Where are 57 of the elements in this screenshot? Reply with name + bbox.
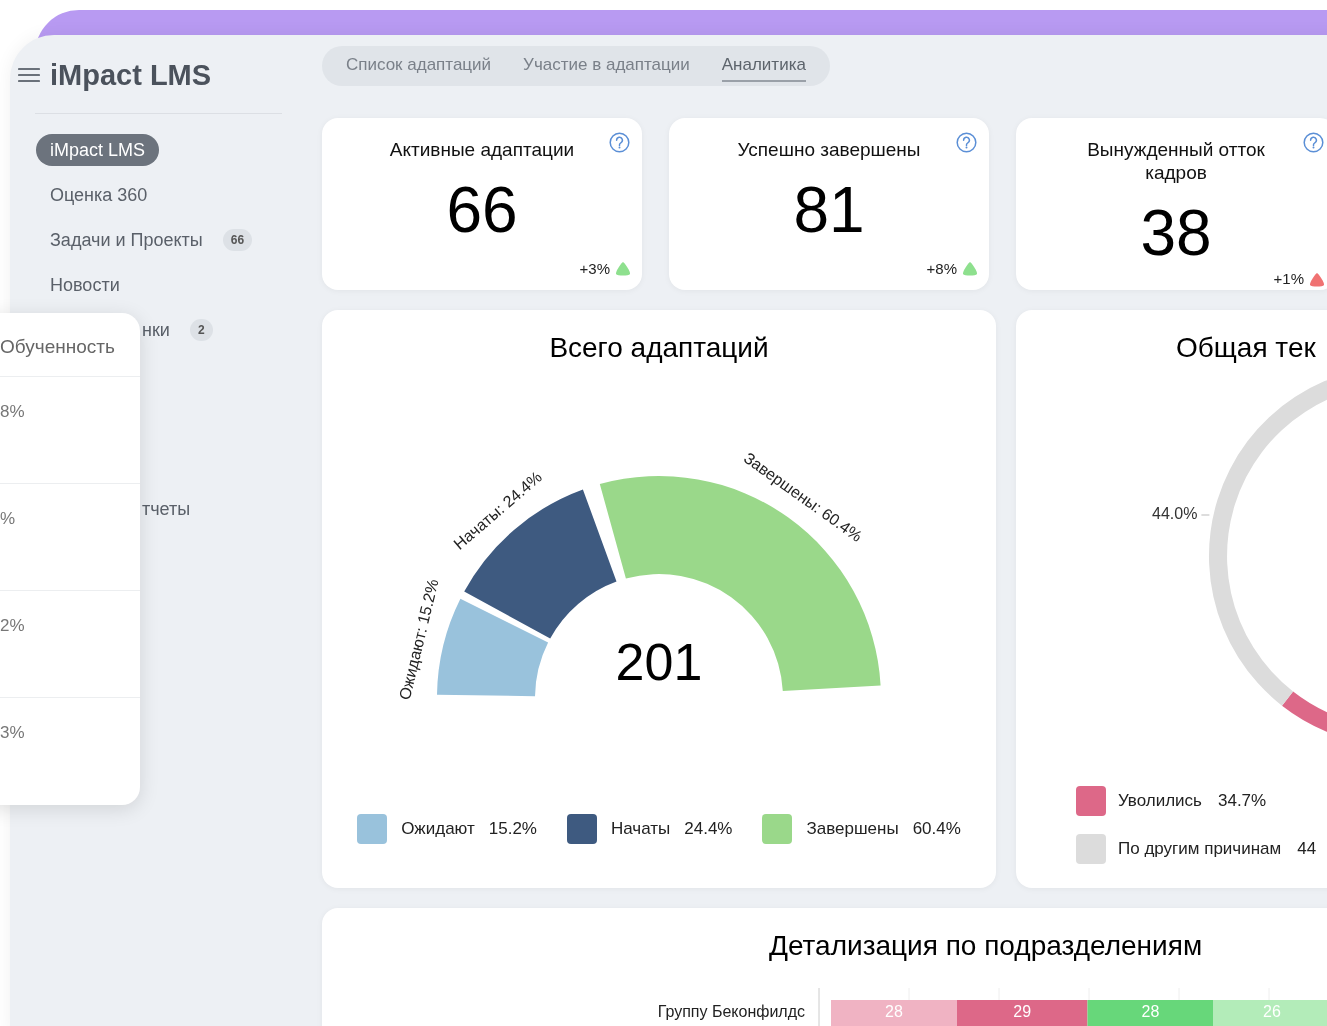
data-label: 26 bbox=[1263, 1003, 1281, 1021]
kpi-title: Активные адаптации bbox=[388, 138, 576, 161]
tab[interactable]: Аналитика bbox=[721, 50, 806, 82]
sidebar-item[interactable]: iMpact LMS bbox=[36, 134, 160, 166]
kpi-value: 66 bbox=[446, 175, 518, 245]
data-label: 28 bbox=[1141, 1003, 1160, 1021]
legend-label: Завершены bbox=[806, 818, 899, 841]
axis-label: Группу Беконфилдс bbox=[657, 1003, 805, 1021]
kpi-change: +1% bbox=[1273, 269, 1304, 289]
total-value: 201 bbox=[615, 632, 703, 691]
card-title: Обученность bbox=[0, 313, 140, 377]
kpi-title: Вынужденный отток кадров bbox=[1086, 138, 1266, 184]
data-label: 44.0% bbox=[1152, 505, 1198, 523]
kpi-change: +8% bbox=[926, 258, 957, 279]
kpi-title: Успешно завершены bbox=[736, 138, 922, 161]
percent-value: 3% bbox=[0, 722, 26, 744]
data-label: Ожидают: 15.2% bbox=[395, 577, 442, 702]
count-badge: 2 bbox=[189, 319, 213, 341]
chart-title: Общая тек bbox=[1175, 331, 1317, 365]
legend-label: Уволились bbox=[1118, 790, 1202, 813]
sidebar-item[interactable]: Новости bbox=[36, 269, 134, 301]
help-icon[interactable] bbox=[609, 132, 630, 153]
percent-value: % bbox=[0, 484, 140, 591]
legend-label: Ожидают bbox=[401, 818, 475, 841]
legend-swatch bbox=[1076, 834, 1106, 864]
help-icon[interactable] bbox=[1303, 132, 1324, 153]
legend-swatch bbox=[1076, 786, 1106, 816]
kpi-value: 81 bbox=[793, 175, 865, 245]
menu-icon[interactable] bbox=[18, 67, 40, 83]
kpi-change: +3% bbox=[579, 258, 610, 279]
chart-title: Детализация по подразделениям bbox=[768, 929, 1204, 963]
leader-line bbox=[1200, 514, 1210, 516]
legend-value: 15.2% bbox=[488, 818, 537, 841]
count-badge: 66 bbox=[222, 229, 253, 251]
legend-label: Начаты bbox=[610, 818, 671, 841]
kpi-value: 38 bbox=[1140, 198, 1212, 268]
legend-label: По другим причинам bbox=[1118, 838, 1282, 861]
sidebar-item[interactable]: нки bbox=[142, 314, 184, 346]
legend-value: 44 bbox=[1297, 838, 1317, 861]
sidebar-item[interactable]: Задачи и Проекты bbox=[36, 224, 217, 256]
legend-swatch bbox=[566, 814, 597, 844]
legend-value: 24.4% bbox=[684, 818, 733, 841]
sidebar-item[interactable]: Оценка 360 bbox=[36, 179, 162, 211]
legend-value: 60.4% bbox=[912, 818, 961, 841]
chart-title: Всего адаптаций bbox=[548, 331, 770, 365]
tab[interactable]: Участие в адаптации bbox=[523, 50, 690, 82]
legend-swatch bbox=[357, 814, 388, 844]
percent-value: 2% bbox=[0, 591, 140, 698]
legend-swatch bbox=[762, 814, 793, 844]
legend-value: 34.7% bbox=[1217, 790, 1267, 813]
help-icon[interactable] bbox=[956, 132, 977, 153]
tab[interactable]: Список адаптаций bbox=[346, 50, 492, 82]
data-label: 28 bbox=[885, 1003, 903, 1021]
percent-value: 8% bbox=[0, 377, 140, 484]
data-label: 29 bbox=[1013, 1003, 1032, 1021]
sidebar-item[interactable]: тчеты bbox=[142, 493, 205, 525]
app-title: iMpact LMS bbox=[50, 60, 212, 90]
